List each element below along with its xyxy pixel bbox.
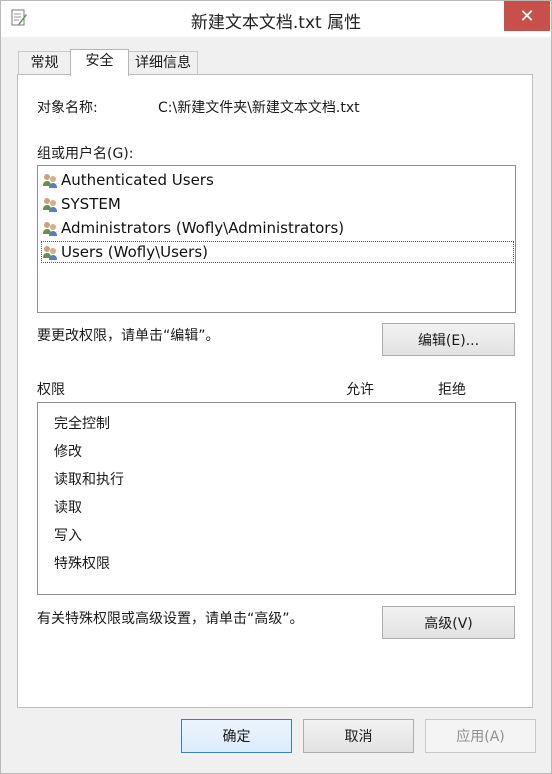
permission-row: 写入 bbox=[54, 528, 82, 544]
edit-hint: 要更改权限，请单击“编辑”。 bbox=[37, 328, 220, 344]
user-group-icon bbox=[43, 246, 57, 260]
deny-column-header: 拒绝 bbox=[438, 382, 466, 398]
groups-listbox[interactable]: Authenticated Users SYSTEM Administrator… bbox=[37, 165, 516, 313]
permission-row: 读取 bbox=[54, 500, 82, 516]
group-name: SYSTEM bbox=[61, 195, 121, 213]
title-bar[interactable]: 新建文本文档.txt 属性 ✕ bbox=[1, 1, 551, 37]
tab-security[interactable]: 安全 bbox=[70, 49, 129, 76]
permission-row: 读取和执行 bbox=[54, 472, 124, 488]
close-button[interactable]: ✕ bbox=[504, 1, 550, 31]
list-item[interactable]: SYSTEM bbox=[42, 193, 121, 215]
tab-details[interactable]: 详细信息 bbox=[128, 51, 198, 75]
edit-button[interactable]: 编辑(E)... bbox=[382, 323, 515, 356]
groups-label: 组或用户名(G): bbox=[37, 146, 134, 162]
apply-button[interactable]: 应用(A) bbox=[425, 719, 536, 753]
permission-row: 完全控制 bbox=[54, 416, 110, 432]
user-group-icon bbox=[43, 198, 57, 212]
list-item[interactable]: Administrators (Wofly\Administrators) bbox=[42, 217, 344, 239]
user-group-icon bbox=[43, 174, 57, 188]
object-name-label: 对象名称: bbox=[37, 100, 98, 116]
properties-dialog: 新建文本文档.txt 属性 ✕ 常规 安全 详细信息 对象名称: C:\新建文件… bbox=[0, 0, 552, 774]
permissions-label: 权限 bbox=[37, 382, 65, 398]
permission-row: 特殊权限 bbox=[54, 556, 110, 572]
security-tab-page: 对象名称: C:\新建文件夹\新建文本文档.txt 组或用户名(G): Auth… bbox=[17, 74, 533, 708]
close-icon: ✕ bbox=[519, 5, 535, 27]
object-name-value: C:\新建文件夹\新建文本文档.txt bbox=[158, 100, 360, 116]
list-item[interactable]: Authenticated Users bbox=[42, 169, 214, 191]
tab-general[interactable]: 常规 bbox=[18, 51, 71, 75]
list-item-selected[interactable]: Users (Wofly\Users) bbox=[41, 241, 514, 263]
permissions-listbox[interactable]: 完全控制 修改 读取和执行 读取 写入 特殊权限 bbox=[37, 402, 516, 595]
group-name: Administrators (Wofly\Administrators) bbox=[61, 219, 345, 237]
window-title: 新建文本文档.txt 属性 bbox=[190, 13, 362, 33]
advanced-hint: 有关特殊权限或高级设置，请单击“高级”。 bbox=[37, 611, 304, 627]
allow-column-header: 允许 bbox=[346, 382, 374, 398]
group-name: Users (Wofly\Users) bbox=[61, 243, 208, 261]
cancel-button[interactable]: 取消 bbox=[303, 719, 414, 753]
advanced-button[interactable]: 高级(V) bbox=[382, 606, 515, 639]
user-group-icon bbox=[43, 222, 57, 236]
group-name: Authenticated Users bbox=[61, 171, 214, 189]
permission-row: 修改 bbox=[54, 444, 82, 460]
ok-button[interactable]: 确定 bbox=[181, 719, 292, 753]
